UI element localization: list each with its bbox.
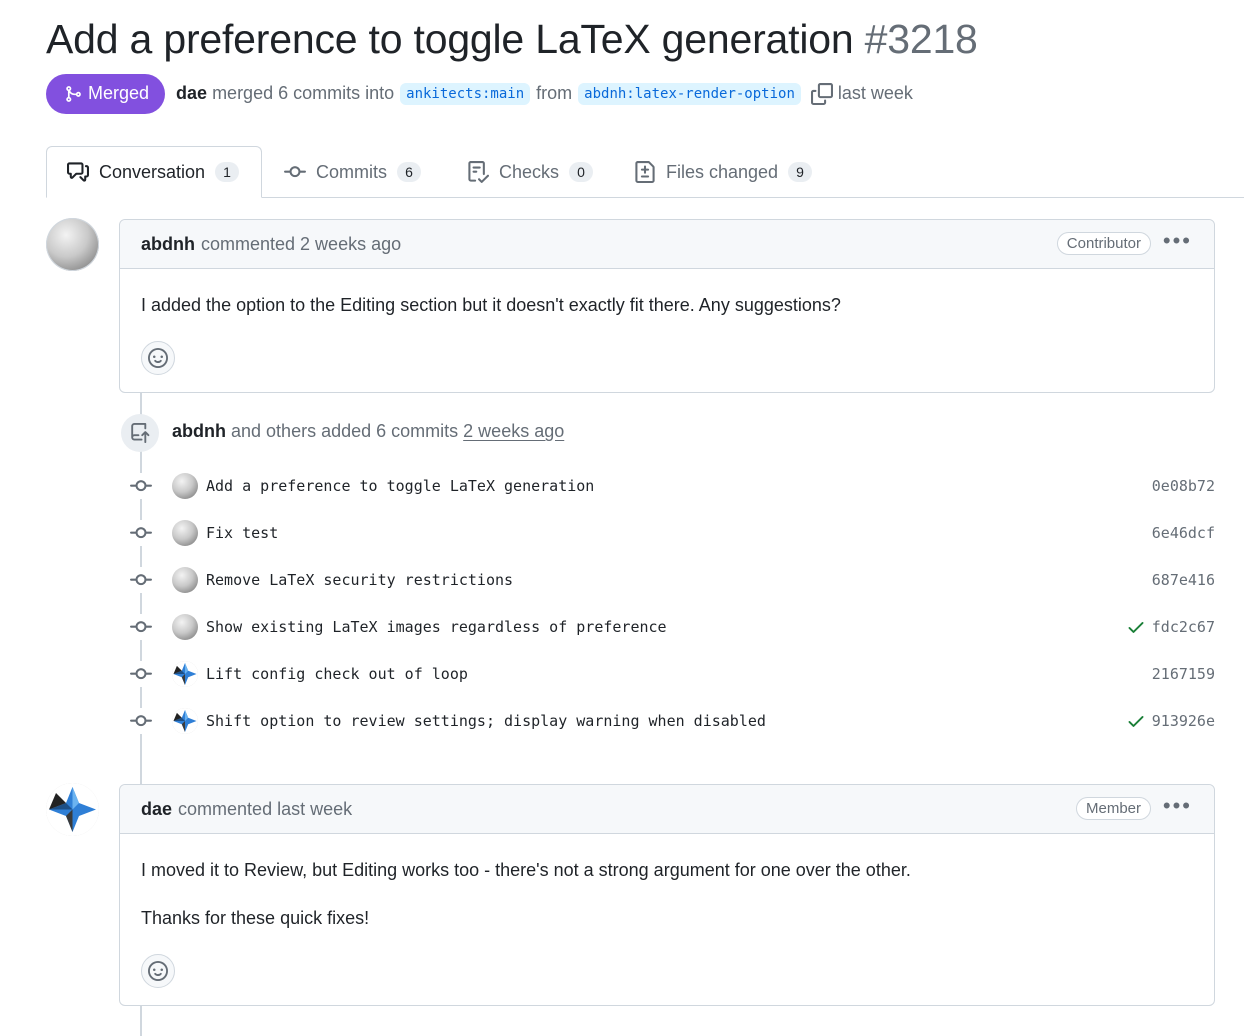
copy-icon[interactable]: [810, 82, 833, 105]
git-commit-icon: [128, 614, 154, 640]
tab-counter: 9: [788, 162, 813, 182]
commit-row[interactable]: Shift option to review settings; display…: [128, 707, 1215, 735]
comment-abdnh: abdnh commented 2 weeks ago Contributor …: [119, 219, 1215, 393]
comment-text: I moved it to Review, but Editing works …: [141, 860, 911, 880]
commit-author-avatar[interactable]: [172, 661, 198, 687]
base-branch[interactable]: ankitects:main: [400, 82, 531, 105]
commit-sha[interactable]: fdc2c67: [1152, 618, 1215, 636]
pr-title-row: Add a preference to toggle LaTeX generat…: [46, 14, 978, 64]
comment-action[interactable]: commented last week: [178, 799, 352, 820]
git-commit-icon: [128, 567, 154, 593]
add-reaction-button[interactable]: [141, 954, 175, 988]
commit-group-summary: abdnh and others added 6 commits 2 weeks…: [172, 421, 564, 442]
commit-sha[interactable]: 913926e: [1152, 712, 1215, 730]
commit-sha[interactable]: 687e416: [1152, 571, 1215, 589]
pr-meta: Merged dae merged 6 commits into ankitec…: [46, 73, 913, 114]
commit-message[interactable]: Shift option to review settings; display…: [206, 712, 1126, 730]
comment-text: I added the option to the Editing sectio…: [141, 295, 841, 315]
commit-message[interactable]: Remove LaTeX security restrictions: [206, 571, 1152, 589]
commit-row[interactable]: Fix test 6e46dcf: [128, 519, 1215, 547]
tab-files-changed[interactable]: Files changed 9: [634, 146, 813, 198]
pr-title: Add a preference to toggle LaTeX generat…: [46, 16, 854, 62]
tab-counter: 0: [569, 162, 594, 182]
commit-message[interactable]: Fix test: [206, 524, 1152, 542]
smiley-icon: [148, 961, 168, 981]
commit-row[interactable]: Show existing LaTeX images regardless of…: [128, 613, 1215, 641]
merged-time[interactable]: last week: [838, 83, 913, 104]
smiley-icon: [148, 348, 168, 368]
commit-author-avatar[interactable]: [172, 567, 198, 593]
head-branch[interactable]: abdnh:latex-render-option: [578, 82, 801, 105]
commit-row[interactable]: Lift config check out of loop 2167159: [128, 660, 1215, 688]
role-badge: Contributor: [1056, 232, 1151, 255]
check-icon[interactable]: [1126, 617, 1146, 637]
git-commit-icon: [128, 708, 154, 734]
commit-author-avatar[interactable]: [172, 473, 198, 499]
commit-sha[interactable]: 6e46dcf: [1152, 524, 1215, 542]
git-commit-icon: [128, 473, 154, 499]
comment-discussion-icon: [67, 162, 89, 182]
commit-group-text: and others added 6 commits: [231, 421, 459, 441]
role-badge: Member: [1075, 797, 1151, 820]
comment-body: I added the option to the Editing sectio…: [120, 269, 1214, 375]
git-commit-icon: [128, 661, 154, 687]
comment-author[interactable]: dae: [141, 799, 172, 820]
avatar[interactable]: [46, 783, 99, 836]
comment-body: I moved it to Review, but Editing works …: [120, 834, 1214, 988]
commit-row[interactable]: Remove LaTeX security restrictions 687e41…: [128, 566, 1215, 594]
tab-counter: 6: [397, 162, 421, 182]
tab-counter: 1: [215, 162, 240, 182]
repo-push-icon: [121, 414, 159, 452]
merged-text: merged 6 commits into: [212, 83, 395, 103]
kebab-menu-icon[interactable]: •••: [1163, 230, 1192, 252]
kebab-menu-icon[interactable]: •••: [1163, 795, 1192, 817]
comment-action[interactable]: commented 2 weeks ago: [201, 234, 401, 255]
tab-conversation[interactable]: Conversation 1: [46, 146, 262, 198]
comment-header: abdnh commented 2 weeks ago Contributor …: [120, 220, 1214, 269]
commit-message[interactable]: Add a preference to toggle LaTeX generat…: [206, 477, 1152, 495]
commit-author-avatar[interactable]: [172, 708, 198, 734]
merger-username[interactable]: dae: [176, 83, 207, 104]
add-reaction-button[interactable]: [141, 341, 175, 375]
commit-group-author[interactable]: abdnh: [172, 421, 226, 441]
git-merge-icon: [66, 85, 81, 102]
comment-header: dae commented last week Member •••: [120, 785, 1214, 834]
comment-text: Thanks for these quick fixes!: [141, 908, 370, 928]
commit-sha[interactable]: 0e08b72: [1152, 477, 1215, 495]
tab-checks[interactable]: Checks 0: [467, 146, 594, 198]
check-icon[interactable]: [1126, 711, 1146, 731]
merged-status-badge: Merged: [46, 73, 166, 114]
git-commit-icon: [284, 166, 306, 178]
pr-number: #3218: [864, 16, 978, 62]
merged-label: Merged: [88, 83, 150, 103]
commit-message[interactable]: Show existing LaTeX images regardless of…: [206, 618, 1126, 636]
commit-message[interactable]: Lift config check out of loop: [206, 665, 1152, 683]
tab-label: Files changed: [666, 161, 779, 182]
file-diff-icon: [635, 161, 655, 183]
avatar[interactable]: [46, 218, 99, 271]
tab-commits[interactable]: Commits 6: [284, 146, 421, 198]
star-avatar-icon: [46, 783, 99, 836]
commit-author-avatar[interactable]: [172, 614, 198, 640]
from-text: from: [536, 83, 573, 103]
commit-row[interactable]: Add a preference to toggle LaTeX generat…: [128, 472, 1215, 500]
git-commit-icon: [128, 520, 154, 546]
tab-label: Checks: [499, 161, 560, 182]
commit-sha[interactable]: 2167159: [1152, 665, 1215, 683]
commit-group-time[interactable]: 2 weeks ago: [463, 421, 564, 441]
commit-author-avatar[interactable]: [172, 520, 198, 546]
comment-dae: dae commented last week Member ••• I mov…: [119, 784, 1215, 1006]
checklist-icon: [468, 161, 489, 183]
tab-label: Commits: [316, 161, 387, 182]
tab-label: Conversation: [99, 161, 206, 182]
comment-author[interactable]: abdnh: [141, 234, 195, 255]
